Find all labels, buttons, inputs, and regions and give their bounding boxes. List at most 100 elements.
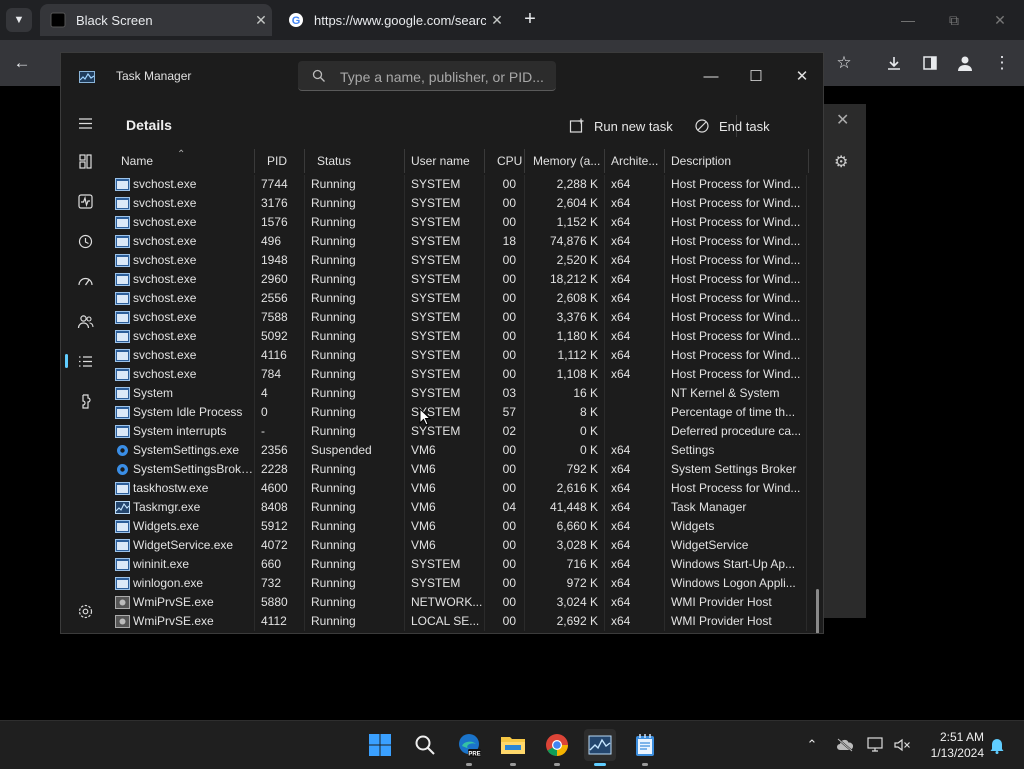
startup-apps-icon[interactable] xyxy=(71,267,99,295)
maximize-icon[interactable]: ☐ xyxy=(741,63,771,91)
cpu-cell: 00 xyxy=(485,346,525,365)
title-bar[interactable]: Task Manager — ☐ ✕ xyxy=(61,53,823,101)
pid-cell: 2556 xyxy=(255,289,305,308)
table-row[interactable]: winlogon.exe 732 Running SYSTEM 00 972 Kx64 Wi… xyxy=(109,574,809,593)
details-icon[interactable] xyxy=(65,347,99,375)
menu-kebab-icon[interactable]: ⋮ xyxy=(989,50,1015,76)
column-header-memory[interactable]: Memory (a... xyxy=(525,149,605,173)
minimize-icon[interactable]: — xyxy=(696,63,726,91)
table-row[interactable]: WmiPrvSE.exe 5880 Running NETWORK... 00 3,024… xyxy=(109,593,809,612)
table-row[interactable]: WidgetService.exe 4072 Running VM6 00 3,028 K… xyxy=(109,536,809,555)
architecture-cell: x64 xyxy=(605,441,665,460)
running-indicator xyxy=(554,763,560,766)
taskbar-notepad[interactable] xyxy=(629,729,661,766)
search-box[interactable] xyxy=(298,61,556,91)
memory-cell: 2,604 K xyxy=(525,194,605,213)
column-header-cpu[interactable]: CPU xyxy=(485,149,525,173)
table-row[interactable]: wininit.exe 660 Running SYSTEM 00 716 Kx64 Win… xyxy=(109,555,809,574)
users-icon[interactable] xyxy=(71,307,99,335)
process-name: winlogon.exe xyxy=(133,576,204,590)
table-row[interactable]: svchost.exe 7744 Running SYSTEM 00 2,288 Kx64… xyxy=(109,175,809,194)
process-name: svchost.exe xyxy=(133,253,197,267)
back-arrow-icon[interactable]: ← xyxy=(9,50,35,76)
column-header-status[interactable]: Status xyxy=(305,149,405,173)
table-row[interactable]: SystemSettings.exe 2356 Suspended VM6 00 0 Kx… xyxy=(109,441,809,460)
vertical-scrollbar[interactable] xyxy=(816,589,819,633)
close-icon[interactable]: ✕ xyxy=(836,110,849,130)
network-icon[interactable] xyxy=(866,736,886,754)
profile-avatar-icon[interactable] xyxy=(952,50,978,76)
taskbar-search-button[interactable] xyxy=(409,729,441,761)
settings-gear-icon[interactable] xyxy=(71,597,99,625)
column-header-name[interactable]: Name ⌃ xyxy=(109,149,255,173)
table-row[interactable]: WmiPrvSE.exe 4112 Running LOCAL SE... 00 2,69… xyxy=(109,612,809,631)
bookmark-star-icon[interactable]: ☆ xyxy=(831,50,857,76)
volume-muted-icon[interactable] xyxy=(892,736,912,754)
pid-cell: - xyxy=(255,422,305,441)
onedrive-offline-icon[interactable] xyxy=(835,736,855,754)
table-row[interactable]: svchost.exe 2556 Running SYSTEM 00 2,608 Kx64… xyxy=(109,289,809,308)
taskbar-file-explorer[interactable] xyxy=(497,729,529,766)
hamburger-menu-icon[interactable] xyxy=(71,109,99,137)
end-task-button[interactable]: End task xyxy=(694,113,770,139)
download-icon[interactable] xyxy=(881,50,907,76)
processes-icon[interactable] xyxy=(71,147,99,175)
taskbar-chrome[interactable] xyxy=(541,729,573,766)
taskbar-task-manager[interactable] xyxy=(584,729,616,766)
memory-cell: 18,212 K xyxy=(525,270,605,289)
column-header-pid[interactable]: PID xyxy=(255,149,305,173)
taskbar-edge-preview[interactable]: PRE xyxy=(453,729,485,766)
memory-cell: 0 K xyxy=(525,441,605,460)
table-row[interactable]: svchost.exe 4116 Running SYSTEM 00 1,112 Kx64… xyxy=(109,346,809,365)
browser-tab-google[interactable]: G https://www.google.com/search ✕ xyxy=(278,4,508,36)
table-row[interactable]: svchost.exe 7588 Running SYSTEM 00 3,376 Kx64… xyxy=(109,308,809,327)
tab-search-button[interactable]: ▼ xyxy=(6,8,32,32)
table-row[interactable]: svchost.exe 496 Running SYSTEM 18 74,876 Kx64… xyxy=(109,232,809,251)
table-row[interactable]: System 4 Running SYSTEM 03 16 K NT Kernel & Sy… xyxy=(109,384,809,403)
close-icon[interactable]: ✕ xyxy=(787,63,817,91)
start-button[interactable] xyxy=(364,729,396,761)
notification-bell-icon[interactable] xyxy=(987,736,1007,754)
run-new-task-button[interactable]: Run new task xyxy=(569,113,673,139)
performance-icon[interactable] xyxy=(71,187,99,215)
search-input[interactable] xyxy=(338,66,552,88)
table-row[interactable]: Taskmgr.exe 8408 Running VM6 04 41,448 Kx64 Ta… xyxy=(109,498,809,517)
tab-close-icon[interactable]: ✕ xyxy=(250,12,272,29)
browser-minimize-icon[interactable]: — xyxy=(893,8,923,32)
table-row[interactable]: taskhostw.exe 4600 Running VM6 00 2,616 Kx64 H… xyxy=(109,479,809,498)
tab-close-icon[interactable]: ✕ xyxy=(486,12,508,29)
services-icon[interactable] xyxy=(71,387,99,415)
status-cell: Running xyxy=(305,593,405,612)
system-clock[interactable]: 2:51 AM 1/13/2024 xyxy=(916,729,984,761)
browser-tab-black-screen[interactable]: Black Screen ✕ xyxy=(40,4,272,36)
side-panel-icon[interactable] xyxy=(917,50,943,76)
table-row[interactable]: svchost.exe 1576 Running SYSTEM 00 1,152 Kx64… xyxy=(109,213,809,232)
table-row[interactable]: svchost.exe 3176 Running SYSTEM 00 2,604 Kx64… xyxy=(109,194,809,213)
new-tab-button[interactable]: + xyxy=(518,8,542,32)
table-row[interactable]: svchost.exe 1948 Running SYSTEM 00 2,520 Kx64… xyxy=(109,251,809,270)
clock-date: 1/13/2024 xyxy=(930,746,984,760)
column-header-description[interactable]: Description xyxy=(665,149,809,173)
status-cell: Running xyxy=(305,555,405,574)
column-header-architecture[interactable]: Archite... xyxy=(605,149,665,173)
browser-close-icon[interactable]: ✕ xyxy=(985,8,1015,32)
table-row[interactable]: svchost.exe 784 Running SYSTEM 00 1,108 Kx64 H… xyxy=(109,365,809,384)
description-cell: Host Process for Wind... xyxy=(665,270,807,289)
process-icon xyxy=(115,311,133,324)
gear-icon[interactable]: ⚙ xyxy=(834,152,848,172)
show-hidden-icons-chevron-up-icon[interactable]: ⌃ xyxy=(802,736,822,754)
app-history-icon[interactable] xyxy=(71,227,99,255)
name-cell: System interrupts xyxy=(109,422,255,441)
table-row[interactable]: SystemSettingsBroke... 2228 Running VM6 00 79… xyxy=(109,460,809,479)
status-cell: Running xyxy=(305,308,405,327)
column-header-user-name[interactable]: User name xyxy=(405,149,485,173)
table-row[interactable]: Widgets.exe 5912 Running VM6 00 6,660 Kx64 Wid… xyxy=(109,517,809,536)
memory-cell: 74,876 K xyxy=(525,232,605,251)
name-cell: Taskmgr.exe xyxy=(109,498,255,517)
table-row[interactable]: svchost.exe 2960 Running SYSTEM 00 18,212 Kx6… xyxy=(109,270,809,289)
table-row[interactable]: System interrupts - Running SYSTEM 02 0 K Defe… xyxy=(109,422,809,441)
table-row[interactable]: svchost.exe 5092 Running SYSTEM 00 1,180 Kx64… xyxy=(109,327,809,346)
table-row[interactable]: System Idle Process 0 Running SYSTEM 57 8 K Pe… xyxy=(109,403,809,422)
browser-restore-icon[interactable]: ⧉ xyxy=(939,8,969,32)
user-name-cell: SYSTEM xyxy=(405,403,485,422)
